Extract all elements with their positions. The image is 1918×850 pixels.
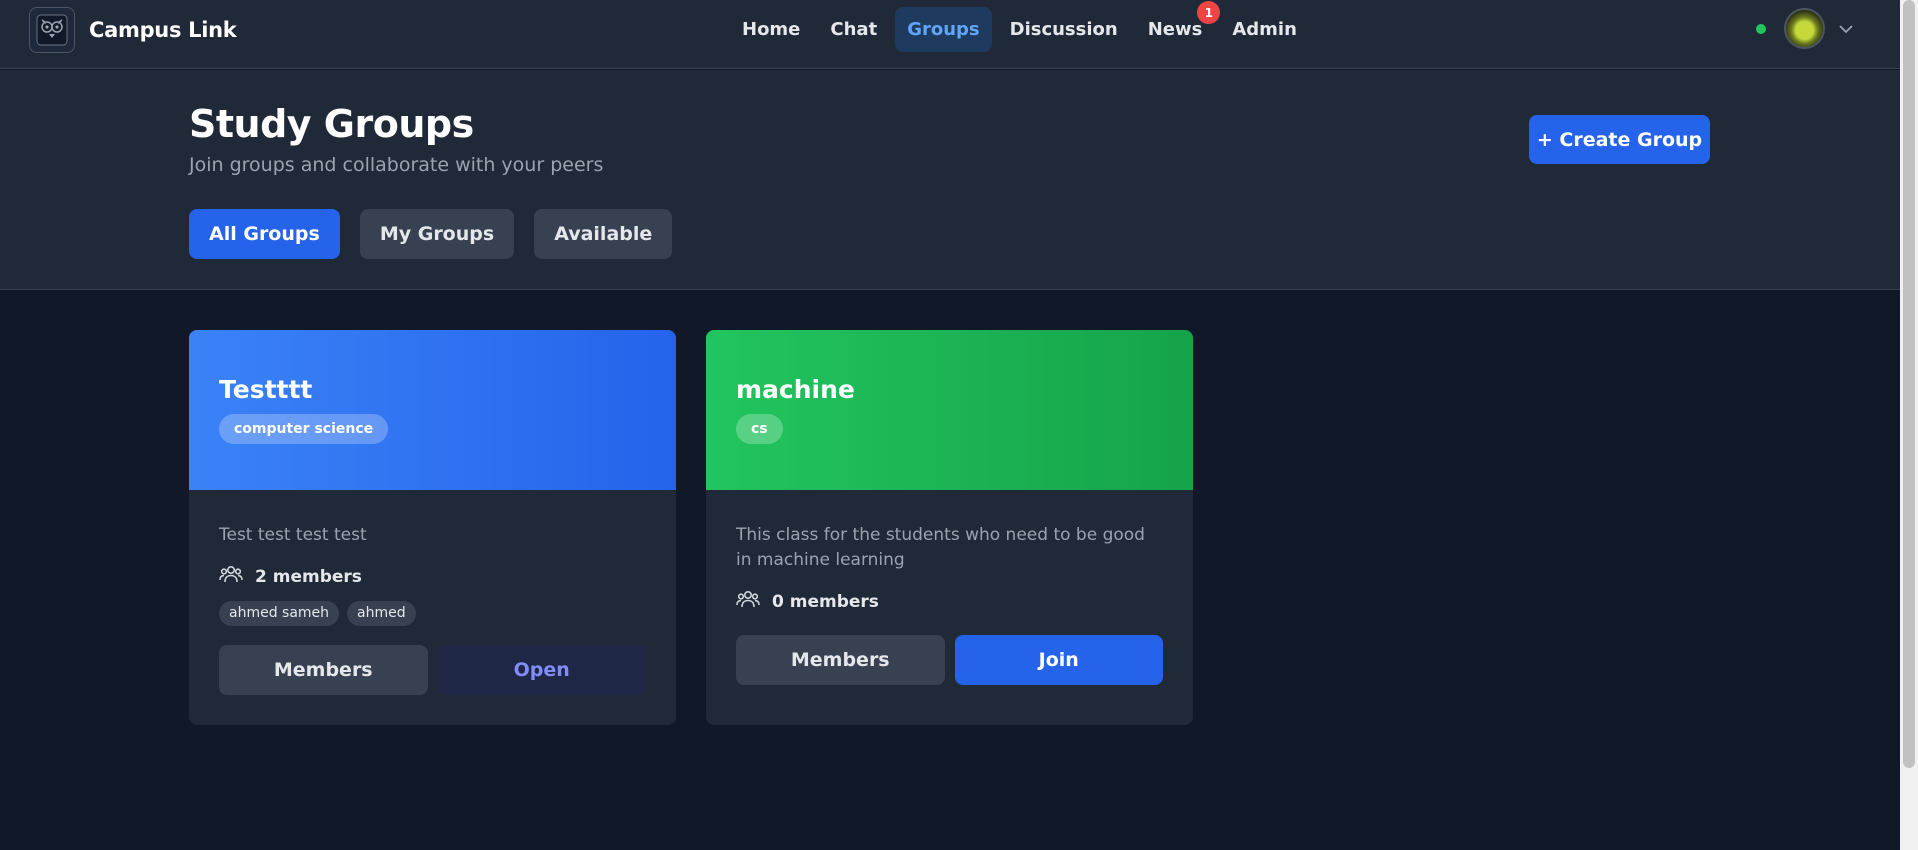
group-name: Testttt <box>219 375 313 404</box>
nav-chat[interactable]: Chat <box>818 7 889 52</box>
group-card-banner: Testttt computer science <box>189 330 676 490</box>
members-button[interactable]: Members <box>736 635 945 685</box>
member-count-text: 2 members <box>255 566 362 587</box>
user-menu[interactable] <box>1756 8 1853 49</box>
app-name: Campus Link <box>89 18 237 42</box>
group-card: machine cs This class for the students w… <box>706 330 1193 725</box>
nav-label: Admin <box>1232 19 1297 40</box>
group-card: Testttt computer science Test test test … <box>189 330 676 725</box>
page-subtitle: Join groups and collaborate with your pe… <box>189 154 604 176</box>
tab-my-groups[interactable]: My Groups <box>359 209 515 259</box>
group-category-tag: cs <box>736 414 783 444</box>
nav-label: Home <box>742 19 801 40</box>
member-count: 0 members <box>736 589 1163 614</box>
nav-news[interactable]: News 1 <box>1136 1 1221 52</box>
group-card-banner: machine cs <box>706 330 1193 490</box>
open-group-button[interactable]: Open <box>437 645 646 695</box>
group-card-body: This class for the students who need to … <box>706 490 1193 614</box>
online-status-icon <box>1756 23 1766 34</box>
member-count-text: 0 members <box>772 591 879 612</box>
group-description: Test test test test <box>219 525 367 545</box>
users-icon <box>219 564 243 589</box>
top-navbar: Campus Link Home Chat Groups Discussion … <box>0 0 1900 69</box>
nav-admin[interactable]: Admin <box>1220 7 1309 52</box>
member-chip: ahmed sameh <box>219 601 340 626</box>
member-chip: ahmed <box>347 601 416 626</box>
brand[interactable]: Campus Link <box>29 7 237 53</box>
chevron-down-icon[interactable] <box>1839 24 1853 34</box>
tab-available[interactable]: Available <box>534 209 673 259</box>
user-avatar[interactable] <box>1784 8 1825 49</box>
nav-label: Chat <box>830 19 878 40</box>
group-cards: Testttt computer science Test test test … <box>189 330 1193 725</box>
group-filter-tabs: All Groups My Groups Available <box>189 209 673 259</box>
group-card-actions: Members Open <box>219 645 646 695</box>
join-group-button[interactable]: Join <box>954 635 1163 685</box>
tab-all-groups[interactable]: All Groups <box>189 209 340 259</box>
group-category-tag: computer science <box>219 414 389 444</box>
main-nav: Home Chat Groups Discussion News 1 Admin <box>730 1 1309 52</box>
group-card-body: Test test test test 2 members ahmed same… <box>189 490 676 626</box>
group-card-actions: Members Join <box>736 635 1163 685</box>
nav-discussion[interactable]: Discussion <box>998 7 1130 52</box>
nav-label: Groups <box>907 19 980 40</box>
nav-home[interactable]: Home <box>730 7 812 52</box>
page-header: Study Groups Join groups and collaborate… <box>0 70 1900 290</box>
group-name: machine <box>736 375 855 404</box>
users-icon <box>736 589 760 614</box>
news-notification-badge: 1 <box>1197 1 1221 24</box>
page-title: Study Groups <box>189 102 474 146</box>
nav-label: News <box>1147 19 1203 40</box>
create-group-button[interactable]: + Create Group <box>1529 115 1710 164</box>
members-button[interactable]: Members <box>219 645 428 695</box>
page-scrollbar[interactable] <box>1900 0 1918 850</box>
group-description: This class for the students who need to … <box>736 525 1145 570</box>
member-count: 2 members <box>219 564 646 589</box>
nav-label: Discussion <box>1009 19 1118 40</box>
scrollbar-thumb[interactable] <box>1903 0 1915 768</box>
nav-groups[interactable]: Groups <box>895 7 992 52</box>
member-chips: ahmed sameh ahmed <box>219 601 646 626</box>
owl-logo-icon <box>29 7 75 53</box>
